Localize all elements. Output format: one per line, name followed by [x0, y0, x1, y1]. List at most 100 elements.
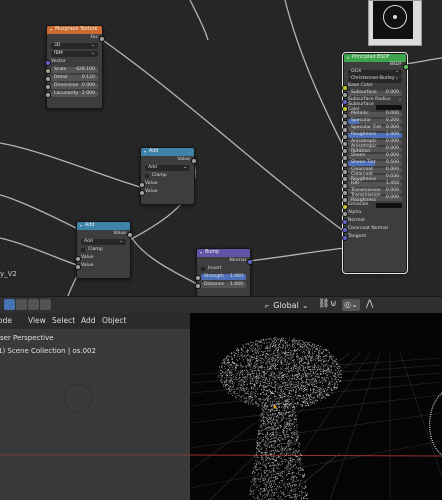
bsdf-field-row[interactable]: Specular 0.200	[341, 118, 406, 126]
socket-label: Normal	[348, 217, 365, 223]
select-invert-icon[interactable]	[40, 299, 51, 310]
lacunarity-field[interactable]: Lacunarity 2.000	[44, 90, 102, 98]
bsdf-field-row[interactable]: Metallic 0.000	[341, 111, 406, 119]
viewport-scene	[190, 337, 442, 500]
object-origin-circle	[63, 383, 93, 413]
subsurface-method-select[interactable]: Christensen-Burley ⌄	[344, 76, 406, 83]
bsdf-field-row[interactable]: Subsurface 0.000	[341, 90, 406, 98]
field-label: Specular	[351, 118, 372, 124]
field-label: Specular Tint	[351, 125, 382, 131]
musgrave-texture-node[interactable]: Musgrave Texture Fac 3D ⌄ fBM ⌄ Vector Sca…	[44, 25, 105, 109]
bsdf-socket-row: Alpha	[341, 209, 406, 217]
node-header[interactable]: Principled BSDF	[344, 54, 406, 62]
bsdf-field-row[interactable]: Specular Tint 0.000	[341, 125, 406, 133]
field-value: 0.030	[385, 174, 399, 180]
distribution-select[interactable]: GGX ⌄	[344, 69, 406, 76]
input-socket[interactable]	[194, 283, 201, 289]
operation-select[interactable]: Add ⌄	[141, 164, 194, 172]
orientation-dropdown[interactable]: ⟔ Global ⌄	[265, 298, 309, 313]
bsdf-field-row[interactable]: Sheen 0.000	[341, 153, 406, 161]
type-select[interactable]: fBM ⌄	[47, 50, 102, 58]
snap-magnet-icon[interactable]: ⊍	[330, 299, 337, 309]
menu-add[interactable]: Add	[81, 316, 96, 325]
value-slider[interactable]: Transmission Roughness 0.000	[348, 193, 402, 202]
invert-checkbox[interactable]: Invert	[197, 265, 250, 273]
input-socket[interactable]	[341, 235, 348, 241]
bsdf-socket-row: Clearcoat Normal	[341, 225, 406, 233]
bsdf-socket-row: Normal	[341, 217, 406, 225]
value-slider[interactable]: Roughness 1.000	[348, 133, 402, 139]
value-slider[interactable]: Sheen Tint 0.500	[348, 161, 402, 167]
select-extend-icon[interactable]	[16, 299, 27, 310]
checkbox[interactable]	[81, 248, 85, 252]
socket-row-value-in1: Value	[74, 254, 130, 262]
menu-object[interactable]: Object	[102, 316, 126, 325]
proportional-edit-icon[interactable]: ◎⌄	[342, 299, 360, 311]
select-box-icon[interactable]	[4, 299, 15, 310]
value-slider[interactable]: Specular 0.200	[348, 119, 402, 125]
bsdf-field-row[interactable]: Clearcoat Roughness 0.030	[341, 172, 406, 182]
bsdf-field-row[interactable]: Sheen Tint 0.500	[341, 160, 406, 168]
distance-field[interactable]: Distance 1.000	[194, 281, 250, 289]
math-add-node-upper[interactable]: Add Value Add ⌄ Clamp Value Value	[138, 147, 197, 205]
socket-label: Clearcoat Normal	[348, 225, 388, 231]
input-socket[interactable]	[138, 190, 145, 196]
field-value: 0.000	[385, 125, 399, 131]
node-header[interactable]: Add	[77, 222, 130, 230]
math-add-node-lower[interactable]: Add Value Add ⌄ Clamp Value Value	[74, 221, 133, 279]
node-header[interactable]: Bump	[197, 249, 250, 257]
value-slider[interactable]: Anisotropic Rotation 0.000	[348, 144, 402, 153]
input-socket[interactable]	[74, 264, 81, 270]
bsdf-field-row[interactable]: Anisotropic Rotation 0.000	[341, 144, 406, 154]
link-icon[interactable]: ⛓	[318, 299, 329, 309]
value-slider[interactable]: Clearcoat Roughness 0.030	[348, 172, 402, 181]
strength-field[interactable]: Strength 1.000	[194, 273, 250, 281]
dimensions-select[interactable]: 3D ⌄	[47, 42, 102, 50]
input-socket[interactable]	[44, 92, 51, 98]
color-swatch[interactable]	[376, 105, 402, 110]
checkbox[interactable]	[201, 267, 205, 271]
bsdf-field-row[interactable]: Transmission Roughness 0.000	[341, 193, 406, 203]
orientation-axes-icon: ⟔	[265, 300, 270, 311]
x-axis-line	[190, 454, 442, 457]
node-header[interactable]: Musgrave Texture	[47, 26, 102, 34]
value-slider[interactable]: IOR 1.450	[348, 182, 402, 188]
bsdf-field-row[interactable]: Subsurface Color	[341, 102, 406, 112]
link-wire	[99, 37, 346, 233]
socket-row-value-in2: Value	[138, 188, 194, 196]
menu-view[interactable]: View	[28, 316, 46, 325]
clamp-checkbox[interactable]: Clamp	[141, 172, 194, 180]
bump-node[interactable]: Bump Normal Invert Strength 1.000 Distanc…	[194, 248, 253, 296]
socket-row-normal-out: Normal	[197, 257, 253, 265]
bsdf-field-row[interactable]: Roughness 1.000	[341, 132, 406, 140]
viewport-right-region[interactable]	[190, 313, 442, 500]
field-value: 0.000	[385, 153, 399, 159]
chevron-down-icon: ⌄	[91, 50, 95, 56]
object-origin-point	[273, 405, 277, 409]
bsdf-field-row[interactable]: Emission	[341, 202, 406, 210]
menu-mode[interactable]: ode	[0, 316, 12, 325]
value-slider[interactable]: Metallic 0.000	[348, 112, 402, 118]
bsdf-field-row[interactable]: IOR 1.450	[341, 181, 406, 189]
color-swatch[interactable]	[376, 203, 402, 208]
clamp-checkbox[interactable]: Clamp	[77, 246, 130, 254]
dimension-field[interactable]: Dimension 0.000	[44, 82, 102, 90]
select-subtract-icon[interactable]	[28, 299, 39, 310]
scale-field[interactable]: Scale 428.100	[44, 66, 102, 74]
checkbox[interactable]	[145, 174, 149, 178]
viewport-tool-header: ⟔ Global ⌄ ⛓ ⊍ ◎⌄ ⋀	[0, 296, 442, 314]
value-slider[interactable]: Sheen 0.000	[348, 154, 402, 160]
detail-field[interactable]: Detail 0.120	[44, 74, 102, 82]
menu-select[interactable]: Select	[52, 316, 75, 325]
principled-bsdf-node[interactable]: Principled BSDF BSDF GGX ⌄ Christensen-Bu…	[341, 52, 409, 274]
node-header[interactable]: Add	[141, 148, 194, 156]
value-slider[interactable]: Specular Tint 0.000	[348, 126, 402, 132]
socket-row-vector: Vector	[44, 58, 102, 66]
shader-editor[interactable]: Musgrave Texture Fac 3D ⌄ fBM ⌄ Vector Sca…	[0, 0, 442, 296]
socket-row-value-in1: Value	[138, 180, 194, 188]
view-perspective-label: lser Perspective	[0, 334, 54, 342]
operation-select[interactable]: Add ⌄	[77, 238, 130, 246]
frame-label: y_V2	[0, 270, 17, 278]
value-slider[interactable]: Subsurface 0.000	[348, 91, 402, 97]
falloff-curve-icon[interactable]: ⋀	[366, 299, 373, 309]
